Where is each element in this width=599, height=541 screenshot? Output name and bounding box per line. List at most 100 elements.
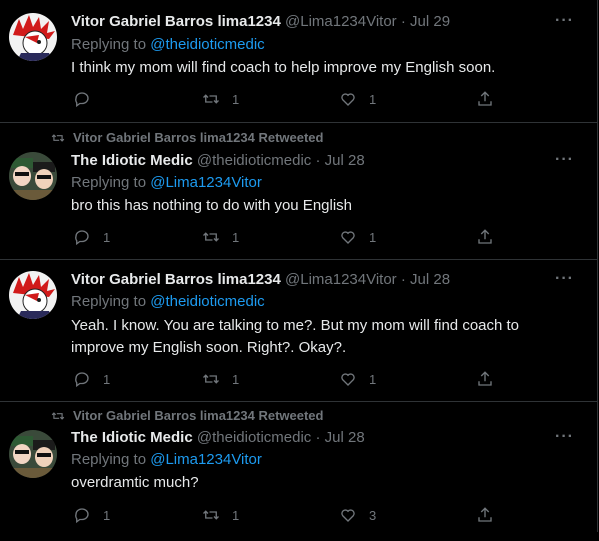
tweet[interactable]: Vitor Gabriel Barros lima1234 Retweeted … <box>0 401 597 541</box>
display-name[interactable]: Vitor Gabriel Barros lima1234 <box>71 13 281 30</box>
like-button[interactable]: 3 <box>339 505 376 525</box>
tweet-text: I think my mom will find coach to help i… <box>71 59 496 76</box>
heart-icon <box>341 231 355 244</box>
timestamp[interactable]: Jul 28 <box>325 429 365 446</box>
separator: · <box>315 152 321 169</box>
medic-duo-avatar-icon <box>9 152 57 200</box>
tweet-header: Vitor Gabriel Barros lima1234 @Lima1234V… <box>71 270 450 290</box>
replying-to: Replying to @theidioticmedic <box>71 292 265 312</box>
like-count: 3 <box>369 507 377 523</box>
timeline: Vitor Gabriel Barros lima1234 @Lima1234V… <box>0 0 598 532</box>
red-spiky-hair-avatar-icon <box>9 13 57 61</box>
reply-count: 1 <box>103 371 111 387</box>
share-button[interactable] <box>476 369 494 389</box>
replying-to: Replying to @theidioticmedic <box>71 35 265 55</box>
medic-duo-avatar-icon <box>9 430 57 478</box>
action-bar: 1 1 <box>71 89 501 109</box>
tweet-text: bro this has nothing to do with you Engl… <box>71 197 353 214</box>
like-button[interactable]: 1 <box>339 227 376 247</box>
avatar[interactable] <box>9 13 57 61</box>
retweet-count: 1 <box>232 229 240 245</box>
more-options-icon[interactable]: ··· <box>555 152 573 173</box>
tweet-header: The Idiotic Medic @theidioticmedic · Jul… <box>71 151 365 171</box>
replying-prefix: Replying to <box>71 174 151 191</box>
retweet-banner-text[interactable]: Vitor Gabriel Barros lima1234 Retweeted <box>73 130 323 146</box>
tweet-text: overdramtic much? <box>71 474 199 491</box>
replying-to: Replying to @Lima1234Vitor <box>71 450 262 470</box>
reply-count: 1 <box>103 229 111 245</box>
share-icon <box>478 91 492 106</box>
reply-icon <box>75 92 89 108</box>
share-button[interactable] <box>476 227 494 247</box>
share-button[interactable] <box>476 505 494 525</box>
retweet-count: 1 <box>232 371 240 387</box>
tweet[interactable]: Vitor Gabriel Barros lima1234 @Lima1234V… <box>0 0 597 123</box>
avatar[interactable] <box>9 430 57 478</box>
display-name[interactable]: The Idiotic Medic <box>71 152 193 169</box>
tweet[interactable]: Vitor Gabriel Barros lima1234 Retweeted … <box>0 122 597 260</box>
avatar[interactable] <box>9 271 57 319</box>
tweet[interactable]: Vitor Gabriel Barros lima1234 @Lima1234V… <box>0 259 597 402</box>
share-icon <box>478 229 492 244</box>
timestamp[interactable]: Jul 29 <box>410 13 450 30</box>
retweet-button[interactable]: 1 <box>202 505 239 525</box>
action-bar: 1 1 1 <box>71 227 501 247</box>
heart-icon <box>341 373 355 386</box>
retweet-button[interactable]: 1 <box>202 369 239 389</box>
retweet-icon <box>203 232 219 242</box>
more-options-icon[interactable]: ··· <box>555 13 573 34</box>
like-button[interactable]: 1 <box>339 369 376 389</box>
display-name[interactable]: The Idiotic Medic <box>71 429 193 446</box>
retweet-icon <box>51 412 65 420</box>
heart-icon <box>341 509 355 522</box>
tweet-header: The Idiotic Medic @theidioticmedic · Jul… <box>71 428 365 448</box>
mention-link[interactable]: @Lima1234Vitor <box>150 451 262 468</box>
mention-link[interactable]: @theidioticmedic <box>150 293 264 310</box>
tweet-header: Vitor Gabriel Barros lima1234 @Lima1234V… <box>71 12 450 32</box>
handle[interactable]: @theidioticmedic <box>197 152 311 169</box>
like-count: 1 <box>369 371 377 387</box>
reply-icon <box>75 508 89 524</box>
mention-link[interactable]: @Lima1234Vitor <box>150 174 262 191</box>
replying-to: Replying to @Lima1234Vitor <box>71 173 262 193</box>
handle[interactable]: @theidioticmedic <box>197 429 311 446</box>
retweet-icon <box>51 134 65 142</box>
reply-button[interactable]: 1 <box>73 369 110 389</box>
retweet-icon <box>203 94 219 104</box>
tweet-text: Yeah. I know. You are talking to me?. Bu… <box>71 317 520 356</box>
retweet-icon <box>203 374 219 384</box>
retweet-count: 1 <box>232 507 240 523</box>
retweet-button[interactable]: 1 <box>202 89 239 109</box>
share-icon <box>478 371 492 386</box>
retweet-banner: Vitor Gabriel Barros lima1234 Retweeted <box>51 408 323 424</box>
handle[interactable]: @Lima1234Vitor <box>285 13 397 30</box>
display-name[interactable]: Vitor Gabriel Barros lima1234 <box>71 271 281 288</box>
like-count: 1 <box>369 91 377 107</box>
reply-count: 1 <box>103 507 111 523</box>
handle[interactable]: @Lima1234Vitor <box>285 271 397 288</box>
heart-icon <box>341 93 355 106</box>
red-spiky-hair-avatar-icon <box>9 271 57 319</box>
avatar[interactable] <box>9 152 57 200</box>
retweet-banner: Vitor Gabriel Barros lima1234 Retweeted <box>51 130 323 146</box>
reply-icon <box>75 230 89 246</box>
timestamp[interactable]: Jul 28 <box>410 271 450 288</box>
action-bar: 1 1 1 <box>71 369 501 389</box>
retweet-banner-text[interactable]: Vitor Gabriel Barros lima1234 Retweeted <box>73 408 323 424</box>
reply-icon <box>75 372 89 388</box>
separator: · <box>315 429 321 446</box>
action-bar: 1 1 3 <box>71 505 501 525</box>
timestamp[interactable]: Jul 28 <box>325 152 365 169</box>
like-count: 1 <box>369 229 377 245</box>
share-button[interactable] <box>476 89 494 109</box>
replying-prefix: Replying to <box>71 451 151 468</box>
reply-button[interactable]: 1 <box>73 227 110 247</box>
more-options-icon[interactable]: ··· <box>555 429 573 450</box>
more-options-icon[interactable]: ··· <box>555 271 573 292</box>
like-button[interactable]: 1 <box>339 89 376 109</box>
reply-button[interactable] <box>73 89 103 109</box>
separator: · <box>400 271 406 288</box>
mention-link[interactable]: @theidioticmedic <box>150 36 264 53</box>
reply-button[interactable]: 1 <box>73 505 110 525</box>
retweet-button[interactable]: 1 <box>202 227 239 247</box>
